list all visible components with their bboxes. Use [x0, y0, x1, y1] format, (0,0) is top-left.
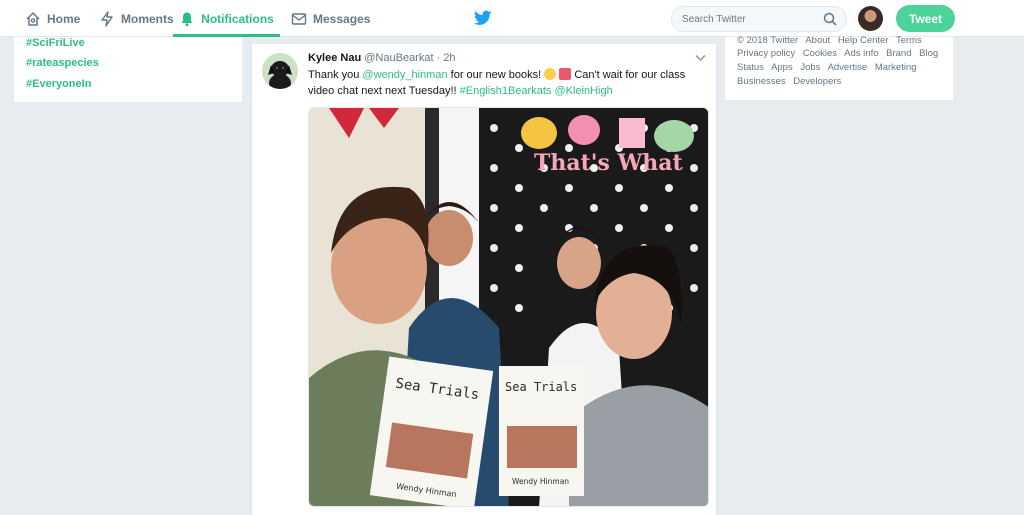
book-author-2: Wendy Hinman — [512, 477, 569, 486]
footer-link[interactable]: Jobs — [800, 62, 820, 73]
footer-link[interactable]: Brand — [886, 48, 911, 59]
footer-link[interactable]: Advertise — [828, 62, 868, 73]
footer-link[interactable]: Developers — [793, 76, 841, 87]
footer-copyright: © 2018 Twitter — [737, 35, 799, 46]
footer-link[interactable]: Terms — [896, 35, 922, 46]
tweet-author-name[interactable]: Kylee Nau — [308, 52, 361, 64]
footer-row: Status Apps Jobs Advertise Marketing — [737, 62, 922, 73]
timeline: Kylee Nau @NauBearkat · 2h Thank you @we… — [251, 37, 718, 515]
dog-avatar-image — [262, 53, 298, 89]
nav-moments-label: Moments — [121, 11, 174, 26]
tweet-author-handle[interactable]: @NauBearkat — [364, 52, 433, 64]
search-box[interactable] — [671, 6, 847, 32]
trend-item[interactable]: #SciFriLive — [26, 37, 85, 49]
heart-eyes-emoji-icon — [544, 68, 557, 80]
tweet-text-part: for our new books! — [447, 69, 545, 81]
nav-home-label: Home — [47, 11, 81, 26]
mention-link[interactable]: @KleinHigh — [554, 85, 612, 97]
board-lettering: That's What — [534, 150, 684, 176]
footer-link[interactable]: Status — [737, 62, 764, 73]
profile-avatar[interactable] — [858, 6, 883, 31]
tweet-button[interactable]: Tweet — [896, 5, 955, 32]
tweet-timestamp[interactable]: · 2h — [437, 52, 456, 64]
footer-link[interactable]: Ads info — [844, 48, 878, 59]
envelope-icon — [291, 12, 307, 25]
search-icon[interactable] — [823, 12, 837, 26]
chevron-down-icon[interactable] — [695, 54, 706, 62]
footer-link[interactable]: Privacy policy — [737, 48, 795, 59]
bell-icon — [181, 12, 193, 26]
footer-links-card: © 2018 Twitter About Help Center Terms P… — [725, 35, 953, 100]
footer-link[interactable]: Cookies — [803, 48, 837, 59]
footer-link[interactable]: Businesses — [737, 76, 786, 87]
twitter-bird-icon[interactable] — [474, 10, 492, 26]
mention-link[interactable]: @wendy_hinman — [362, 69, 447, 81]
nav-home[interactable]: Home — [25, 0, 80, 37]
footer-link[interactable]: About — [805, 35, 830, 46]
tweet-text: Thank you @wendy_hinman for our new book… — [308, 67, 698, 99]
trends-card: #SciFriLive #rateaspecies #EveryoneIn — [14, 37, 242, 102]
timeline-gap — [252, 37, 718, 44]
footer-link[interactable]: Blog — [919, 48, 938, 59]
tweet-photo[interactable]: That's What Sea Trials Wendy Hinman Sea … — [308, 107, 709, 507]
home-icon — [26, 11, 40, 26]
footer-row: Privacy policy Cookies Ads info Brand Bl… — [737, 48, 943, 59]
nav-notifications[interactable]: Notifications — [173, 0, 280, 37]
footer-link[interactable]: Help Center — [838, 35, 889, 46]
tweet-author-avatar[interactable] — [262, 53, 298, 89]
search-input[interactable] — [672, 7, 812, 31]
trend-item[interactable]: #rateaspecies — [26, 57, 99, 69]
hashtag-link[interactable]: #English1Bearkats — [460, 85, 552, 97]
nav-messages[interactable]: Messages — [291, 0, 370, 37]
lightning-icon — [101, 10, 113, 27]
footer-row: Businesses Developers — [737, 76, 846, 87]
footer-link[interactable]: Apps — [771, 62, 793, 73]
nav-moments[interactable]: Moments — [99, 0, 174, 37]
tweet-text-part: Thank you — [308, 69, 363, 81]
tweet-header: Kylee Nau @NauBearkat · 2h — [308, 52, 456, 64]
footer-row: © 2018 Twitter About Help Center Terms — [737, 35, 927, 46]
classroom-selfie-image: That's What Sea Trials Wendy Hinman Sea … — [309, 108, 708, 506]
party-popper-emoji-icon — [559, 68, 572, 80]
top-nav: Home Moments Notifications Messages Twee… — [0, 0, 1024, 37]
book-title-2: Sea Trials — [505, 380, 577, 394]
trend-item[interactable]: #EveryoneIn — [26, 78, 91, 90]
nav-notifications-label: Notifications — [201, 11, 274, 26]
nav-messages-label: Messages — [313, 11, 371, 26]
footer-link[interactable]: Marketing — [875, 62, 917, 73]
